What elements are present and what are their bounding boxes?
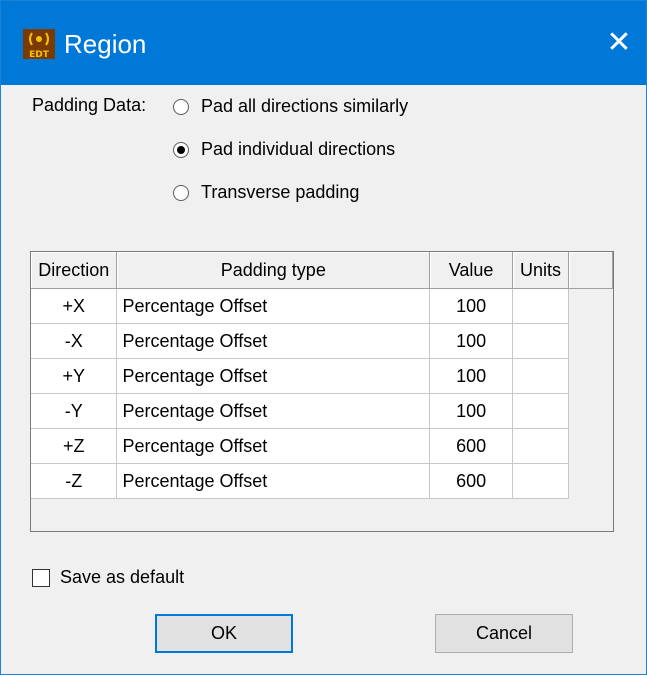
cell-value[interactable]: 100 — [429, 323, 514, 359]
cell-units[interactable] — [512, 393, 570, 429]
table-header-row: Direction Padding type Value Units — [31, 252, 613, 289]
cell-direction[interactable]: +Z — [31, 428, 118, 464]
cell-units[interactable] — [512, 428, 570, 464]
cell-value[interactable]: 600 — [429, 463, 514, 499]
cell-padding-type[interactable]: Percentage Offset — [116, 463, 431, 499]
cell-direction[interactable]: +X — [31, 288, 118, 324]
grid-empty-area — [568, 288, 613, 324]
col-header-value[interactable]: Value — [429, 252, 514, 289]
radio-label: Transverse padding — [201, 182, 360, 202]
grid-empty-area — [568, 463, 613, 499]
grid-empty-area — [568, 393, 613, 429]
col-header-padding-type[interactable]: Padding type — [116, 252, 431, 289]
grid-empty-area — [568, 358, 613, 394]
cell-direction[interactable]: -X — [31, 323, 118, 359]
cell-padding-type[interactable]: Percentage Offset — [116, 323, 431, 359]
save-default-label: Save as default — [60, 567, 185, 587]
edt-icon: EDT — [23, 29, 55, 59]
cell-units[interactable] — [512, 463, 570, 499]
col-header-filler — [568, 252, 613, 289]
cell-units[interactable] — [512, 358, 570, 394]
radio-label: Pad individual directions — [201, 139, 396, 159]
col-header-units[interactable]: Units — [512, 252, 570, 289]
radio-transverse[interactable]: Transverse padding — [173, 182, 359, 203]
table-row[interactable]: +Z Percentage Offset 600 — [31, 428, 613, 464]
window-title: Region — [64, 29, 147, 59]
cell-value[interactable]: 100 — [429, 358, 514, 394]
cell-units[interactable] — [512, 288, 570, 324]
cell-padding-type[interactable]: Percentage Offset — [116, 358, 431, 394]
cell-padding-type[interactable]: Percentage Offset — [116, 288, 431, 324]
title-bar: EDT Region ✕ — [1, 1, 646, 85]
table-row[interactable]: -Y Percentage Offset 100 — [31, 393, 613, 429]
dialog-body: Padding Data: Pad all directions similar… — [1, 85, 646, 674]
save-default-checkbox[interactable]: Save as default — [32, 567, 184, 588]
radio-pad-individual[interactable]: Pad individual directions — [173, 139, 395, 160]
cell-direction[interactable]: -Y — [31, 393, 118, 429]
ok-button[interactable]: OK — [155, 614, 293, 653]
grid-empty-area — [568, 428, 613, 464]
cell-value[interactable]: 600 — [429, 428, 514, 464]
cell-padding-type[interactable]: Percentage Offset — [116, 428, 431, 464]
cell-padding-type[interactable]: Percentage Offset — [116, 393, 431, 429]
radio-selected-icon — [173, 141, 189, 158]
cell-direction[interactable]: +Y — [31, 358, 118, 394]
radio-icon — [173, 184, 189, 201]
table-row[interactable]: -X Percentage Offset 100 — [31, 323, 613, 359]
grid-empty-area — [568, 323, 613, 359]
col-header-direction[interactable]: Direction — [31, 252, 118, 289]
checkbox-icon — [32, 568, 50, 587]
radio-pad-all[interactable]: Pad all directions similarly — [173, 96, 408, 117]
radio-label: Pad all directions similarly — [201, 96, 409, 116]
padding-grid[interactable]: Direction Padding type Value Units +X Pe… — [30, 251, 614, 532]
cell-value[interactable]: 100 — [429, 288, 514, 324]
region-dialog: EDT Region ✕ Padding Data: Pad all direc… — [0, 0, 647, 675]
table-row[interactable]: -Z Percentage Offset 600 — [31, 463, 613, 499]
cell-direction[interactable]: -Z — [31, 463, 118, 499]
cell-units[interactable] — [512, 323, 570, 359]
close-button[interactable]: ✕ — [597, 23, 641, 63]
padding-data-label: Padding Data: — [32, 95, 147, 115]
padding-table: Direction Padding type Value Units +X Pe… — [31, 252, 613, 499]
table-row[interactable]: +X Percentage Offset 100 — [31, 288, 613, 324]
cancel-button[interactable]: Cancel — [435, 614, 573, 653]
radio-icon — [173, 98, 189, 115]
cell-value[interactable]: 100 — [429, 393, 514, 429]
table-row[interactable]: +Y Percentage Offset 100 — [31, 358, 613, 394]
svg-text:EDT: EDT — [29, 50, 50, 59]
